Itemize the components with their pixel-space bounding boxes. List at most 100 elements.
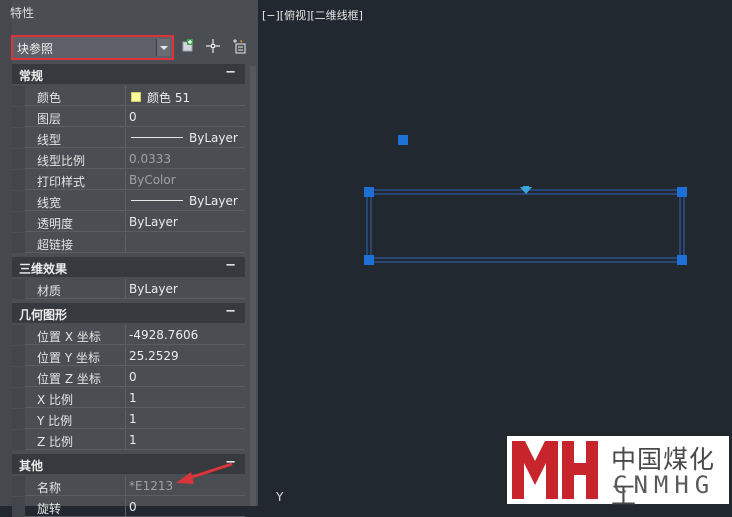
property-value[interactable]: 0 [129, 370, 137, 384]
row-gutter [12, 430, 25, 450]
property-name: 位置 Y 坐标 [37, 351, 100, 365]
property-row[interactable]: 名称 *E1213 [12, 476, 245, 496]
column-divider [125, 388, 126, 408]
property-row[interactable]: 透明度 ByLayer [12, 212, 245, 232]
property-name: 线型比例 [37, 154, 86, 168]
column-divider [125, 409, 126, 429]
property-value-text: 1 [129, 433, 137, 447]
row-gutter [12, 128, 25, 148]
insertion-grip [398, 135, 408, 145]
property-value-text: ByColor [129, 173, 176, 187]
property-value[interactable]: -4928.7606 [129, 328, 198, 342]
section-header-three-d[interactable]: 三维效果 − [12, 257, 245, 277]
property-row[interactable]: 线宽 ByLayer [12, 191, 245, 211]
column-divider [125, 233, 126, 253]
collapse-icon[interactable]: − [225, 304, 236, 319]
property-row[interactable]: 旋转 0 [12, 497, 245, 517]
column-divider [125, 430, 126, 450]
color-swatch [131, 92, 141, 102]
property-value[interactable]: ByLayer [129, 194, 238, 208]
property-value[interactable]: 0 [129, 500, 137, 514]
property-name: X 比例 [37, 393, 74, 407]
property-row[interactable]: 图层 0 [12, 107, 245, 127]
column-divider [125, 86, 126, 106]
block-rectangle[interactable] [366, 189, 685, 263]
section-label: 几何图形 [19, 308, 68, 322]
property-name: Z 比例 [37, 435, 74, 449]
property-name: 旋转 [37, 502, 62, 516]
row-gutter [12, 325, 25, 345]
property-row[interactable]: 位置 Y 坐标 25.2529 [12, 346, 245, 366]
property-value-text: 0 [129, 110, 137, 124]
object-type-dropdown[interactable]: 块参照 [11, 35, 174, 60]
object-type-value: 块参照 [17, 42, 54, 56]
corner-grip-bl [364, 255, 374, 265]
property-name: 位置 Z 坐标 [37, 372, 101, 386]
row-gutter [12, 86, 25, 106]
property-value-text: ByLayer [189, 131, 238, 145]
property-name: Y 比例 [37, 414, 73, 428]
property-value[interactable]: 0 [129, 110, 137, 124]
section-header-geometry[interactable]: 几何图形 − [12, 303, 245, 323]
flip-grip-arrow-icon [520, 186, 532, 194]
toggle-pickadd-icon[interactable] [181, 38, 199, 56]
chevron-down-icon[interactable] [156, 39, 170, 56]
column-divider [125, 346, 126, 366]
section-header-misc[interactable]: 其他 − [12, 454, 245, 474]
property-value[interactable]: ByLayer [129, 131, 238, 145]
viewport-controls-label[interactable]: [−][俯视][二维线框] [262, 7, 363, 23]
column-divider [125, 170, 126, 190]
quick-select-icon[interactable] [230, 38, 248, 56]
property-name: 颜色 [37, 91, 62, 105]
property-name: 图层 [37, 112, 62, 126]
property-value-text: 0 [129, 500, 137, 514]
linetype-sample [131, 200, 183, 201]
corner-grip-br [677, 255, 687, 265]
column-divider [125, 212, 126, 232]
section-header-general[interactable]: 常规 − [12, 64, 245, 84]
property-value[interactable]: ByLayer [129, 282, 178, 296]
row-gutter [12, 149, 25, 169]
section-label: 常规 [19, 69, 44, 83]
property-row[interactable]: Y 比例 1 [12, 409, 245, 429]
property-value[interactable]: 0.0333 [129, 152, 171, 166]
row-gutter [12, 409, 25, 429]
property-value[interactable]: 1 [129, 433, 137, 447]
property-name: 材质 [37, 284, 62, 298]
property-value[interactable]: *E1213 [129, 479, 173, 493]
property-row[interactable]: 超链接 [12, 233, 245, 253]
property-value[interactable]: ByColor [129, 173, 176, 187]
watermark-english-text: CNMHG [613, 471, 716, 499]
property-row[interactable]: 线型比例 0.0333 [12, 149, 245, 169]
property-value[interactable]: 颜色 51 [129, 89, 190, 106]
property-row[interactable]: 位置 X 坐标 -4928.7606 [12, 325, 245, 345]
property-name: 线宽 [37, 196, 62, 210]
row-gutter [12, 388, 25, 408]
logo-mark-icon [512, 441, 598, 499]
panel-scrollbar[interactable] [250, 66, 256, 506]
block-outline-inner [370, 193, 681, 259]
property-row[interactable]: 线型 ByLayer [12, 128, 245, 148]
property-row[interactable]: X 比例 1 [12, 388, 245, 408]
collapse-icon[interactable]: − [225, 65, 236, 80]
block-outline-outer [366, 189, 685, 263]
property-row[interactable]: 打印样式 ByColor [12, 170, 245, 190]
collapse-icon[interactable]: − [225, 455, 236, 470]
property-value[interactable]: 1 [129, 412, 137, 426]
collapse-icon[interactable]: − [225, 258, 236, 273]
property-row[interactable]: 颜色 颜色 51 [12, 86, 245, 106]
property-value-text: 0 [129, 370, 137, 384]
property-value[interactable]: ByLayer [129, 215, 178, 229]
column-divider [125, 128, 126, 148]
property-value-text: *E1213 [129, 479, 174, 493]
property-value-text: 25.2529 [129, 349, 179, 363]
property-row[interactable]: Z 比例 1 [12, 430, 245, 450]
property-value[interactable]: 25.2529 [129, 349, 179, 363]
property-value-text: 0.0333 [129, 152, 171, 166]
property-value[interactable]: 1 [129, 391, 137, 405]
row-gutter [12, 191, 25, 211]
row-gutter [12, 107, 25, 127]
select-objects-icon[interactable] [204, 38, 222, 56]
property-row[interactable]: 位置 Z 坐标 0 [12, 367, 245, 387]
property-row[interactable]: 材质 ByLayer [12, 279, 245, 299]
